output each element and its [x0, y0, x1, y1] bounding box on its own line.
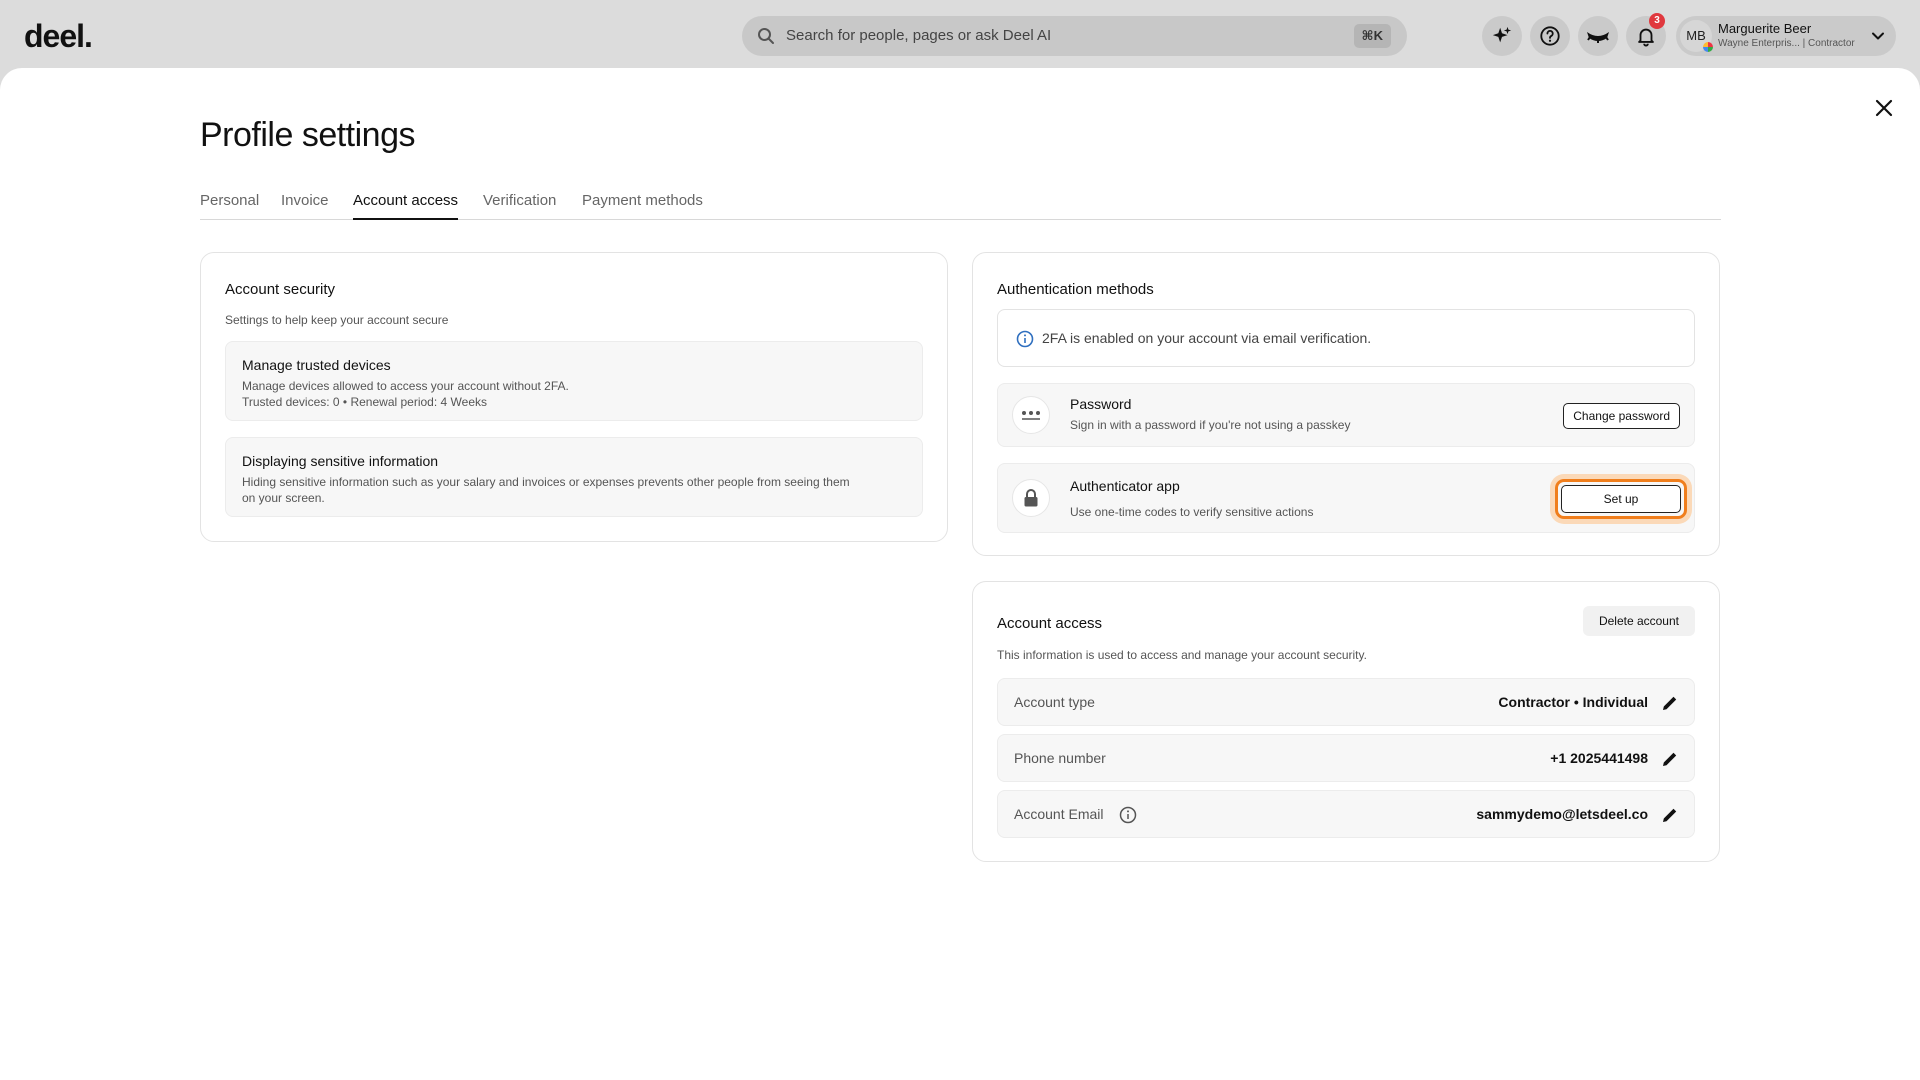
trusted-devices-title: Manage trusted devices — [242, 357, 391, 373]
user-subtitle: Wayne Enterpris... | Contractor — [1718, 38, 1855, 49]
top-bar: deel. Search for people, pages or ask De… — [0, 0, 1920, 70]
search-bar[interactable]: Search for people, pages or ask Deel AI … — [742, 16, 1407, 56]
close-button[interactable] — [1870, 94, 1898, 122]
sensitive-info-description: Hiding sensitive information such as you… — [242, 475, 850, 489]
tab-personal[interactable]: Personal — [200, 192, 259, 220]
2fa-info-text: 2FA is enabled on your account via email… — [1042, 330, 1372, 346]
account-type-value: Contractor • Individual — [1498, 694, 1648, 710]
account-access-card: Account access Delete account This infor… — [972, 581, 1720, 862]
authenticator-title: Authenticator app — [1070, 478, 1180, 494]
phone-number-label: Phone number — [1014, 750, 1106, 766]
account-access-title: Account access — [997, 615, 1103, 632]
account-email-info-icon[interactable] — [1119, 806, 1137, 824]
info-icon — [1016, 330, 1034, 348]
profile-settings-panel: Profile settings Personal Invoice Accoun… — [0, 68, 1920, 1080]
edit-account-email-icon[interactable] — [1660, 805, 1680, 825]
password-title: Password — [1070, 396, 1132, 412]
trusted-devices-description: Manage devices allowed to access your ac… — [242, 379, 569, 393]
edit-phone-number-icon[interactable] — [1660, 749, 1680, 769]
account-access-subtitle: This information is used to access and m… — [997, 648, 1367, 662]
eye-closed-icon — [1587, 32, 1609, 43]
manage-trusted-devices-item[interactable]: Manage trusted devices Manage devices al… — [225, 341, 923, 421]
authentication-methods-title: Authentication methods — [997, 281, 1154, 298]
company-logo-icon — [1703, 42, 1713, 52]
2fa-info-banner: 2FA is enabled on your account via email… — [997, 309, 1695, 367]
search-icon — [758, 28, 774, 44]
ai-sparkle-button[interactable] — [1482, 16, 1522, 56]
change-password-button[interactable]: Change password — [1563, 403, 1680, 429]
edit-account-type-icon[interactable] — [1660, 693, 1680, 713]
chevron-down-icon — [1872, 32, 1884, 40]
account-email-row: Account Email sammydemo@letsdeel.co — [997, 790, 1695, 838]
tab-invoice[interactable]: Invoice — [281, 192, 329, 220]
authenticator-app-item: Authenticator app Use one-time codes to … — [997, 463, 1695, 533]
page-title: Profile settings — [200, 116, 416, 154]
avatar: MB — [1680, 20, 1713, 52]
account-security-subtitle: Settings to help keep your account secur… — [225, 313, 449, 327]
notifications-button[interactable]: 3 — [1626, 13, 1666, 56]
authenticator-description: Use one-time codes to verify sensitive a… — [1070, 505, 1314, 519]
help-icon — [1540, 26, 1560, 46]
sensitive-info-title: Displaying sensitive information — [242, 453, 439, 469]
tab-account-access[interactable]: Account access — [353, 192, 459, 220]
phone-number-value: +1 2025441498 — [1550, 750, 1648, 766]
phone-number-row: Phone number +1 2025441498 — [997, 734, 1695, 782]
search-input[interactable]: Search for people, pages or ask Deel AI — [786, 27, 1051, 44]
sparkle-icon — [1492, 26, 1512, 43]
search-shortcut-badge: ⌘K — [1353, 24, 1391, 48]
authentication-methods-card: Authentication methods 2FA is enabled on… — [972, 252, 1720, 556]
set-up-button[interactable]: Set up — [1561, 485, 1681, 513]
notification-count-badge: 3 — [1649, 13, 1665, 29]
avatar-initials: MB — [1686, 28, 1706, 43]
password-method-item: Password Sign in with a password if you'… — [997, 383, 1695, 447]
deel-logo[interactable]: deel. — [24, 18, 93, 55]
displaying-sensitive-info-item[interactable]: Displaying sensitive information Hiding … — [225, 437, 923, 517]
delete-account-button[interactable]: Delete account — [1582, 606, 1695, 636]
tab-verification[interactable]: Verification — [483, 192, 556, 220]
account-type-row: Account type Contractor • Individual — [997, 678, 1695, 726]
password-dots-icon — [1012, 396, 1050, 434]
account-type-label: Account type — [1014, 694, 1095, 710]
account-security-title: Account security — [225, 281, 336, 298]
tab-bar: Personal Invoice Account access Verifica… — [200, 192, 1721, 220]
lock-icon — [1012, 479, 1050, 517]
sensitive-info-description-line2: on your screen. — [242, 491, 325, 505]
trusted-devices-meta: Trusted devices: 0 • Renewal period: 4 W… — [242, 395, 487, 409]
hide-sensitive-button[interactable] — [1578, 16, 1618, 56]
account-email-label: Account Email — [1014, 806, 1104, 822]
tab-payment-methods[interactable]: Payment methods — [582, 192, 703, 220]
account-security-card: Account security Settings to help keep y… — [200, 252, 948, 542]
account-email-value: sammydemo@letsdeel.co — [1476, 806, 1648, 822]
password-description: Sign in with a password if you're not us… — [1070, 418, 1351, 432]
help-button[interactable] — [1530, 16, 1570, 56]
user-menu[interactable]: MB Marguerite Beer Wayne Enterpris... | … — [1676, 16, 1896, 56]
close-icon — [1875, 99, 1893, 117]
user-name: Marguerite Beer — [1718, 21, 1812, 36]
